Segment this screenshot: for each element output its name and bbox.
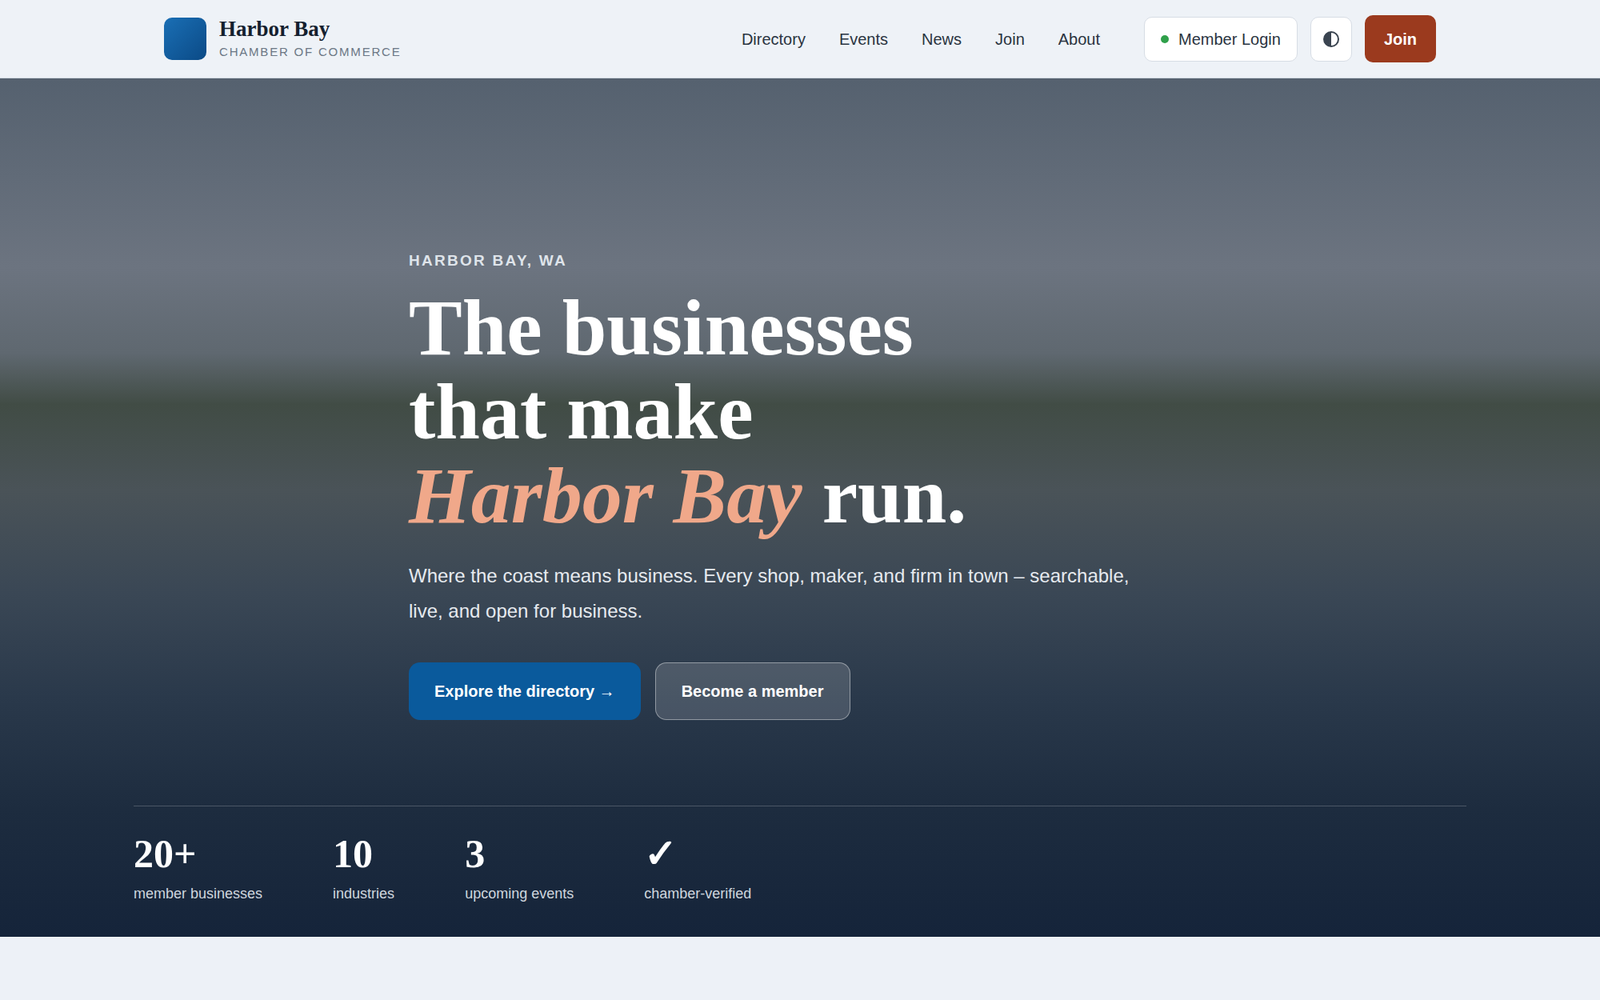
brand-tagline: CHAMBER OF COMMERCE xyxy=(219,43,402,62)
brand[interactable]: Harbor Bay CHAMBER OF COMMERCE xyxy=(164,16,402,62)
stat: 20+ member businesses xyxy=(133,830,263,905)
member-login-button[interactable]: Member Login xyxy=(1144,16,1298,62)
explore-directory-button[interactable]: Explore the directory → xyxy=(408,662,641,720)
nav-link[interactable]: News xyxy=(921,27,962,52)
stat-label: upcoming events xyxy=(464,883,574,905)
member-login-label: Member Login xyxy=(1178,27,1281,52)
nav-link[interactable]: Join xyxy=(995,27,1025,52)
stat-value: ✓ xyxy=(644,830,752,877)
nav-link[interactable]: About xyxy=(1058,27,1100,52)
theme-toggle-button[interactable] xyxy=(1310,16,1352,62)
stat-label: chamber-verified xyxy=(644,883,752,905)
hero-subtitle: Where the coast means business. Every sh… xyxy=(408,558,1137,629)
stat: ✓ chamber-verified xyxy=(644,830,752,905)
stat-label: member businesses xyxy=(133,883,263,905)
stat-value: 3 xyxy=(464,830,574,877)
become-member-button[interactable]: Become a member xyxy=(655,662,851,720)
contrast-icon xyxy=(1322,30,1340,48)
stat-value: 20+ xyxy=(133,830,263,877)
stat: 3 upcoming events xyxy=(464,830,574,905)
nav-link[interactable]: Events xyxy=(839,27,888,52)
stat-value: 10 xyxy=(332,830,395,877)
status-dot xyxy=(1160,35,1169,44)
nav-link[interactable]: Directory xyxy=(741,27,806,52)
brand-name: Harbor Bay xyxy=(219,16,402,42)
logo-icon xyxy=(164,17,207,60)
stats-row: 20+ member businesses 10 industries 3 upcomin… xyxy=(133,830,1467,905)
main-nav: Directory Events News Join About xyxy=(741,27,1100,52)
hero-title: The businesses that make Harbor Bay run. xyxy=(408,285,1192,538)
hero-eyebrow: HARBOR BAY, WA xyxy=(408,249,1192,273)
hero: HARBOR BAY, WA The businesses that make … xyxy=(0,78,1600,937)
stat: 10 industries xyxy=(332,830,395,905)
stat-label: industries xyxy=(332,883,395,905)
join-button[interactable]: Join xyxy=(1364,15,1436,63)
